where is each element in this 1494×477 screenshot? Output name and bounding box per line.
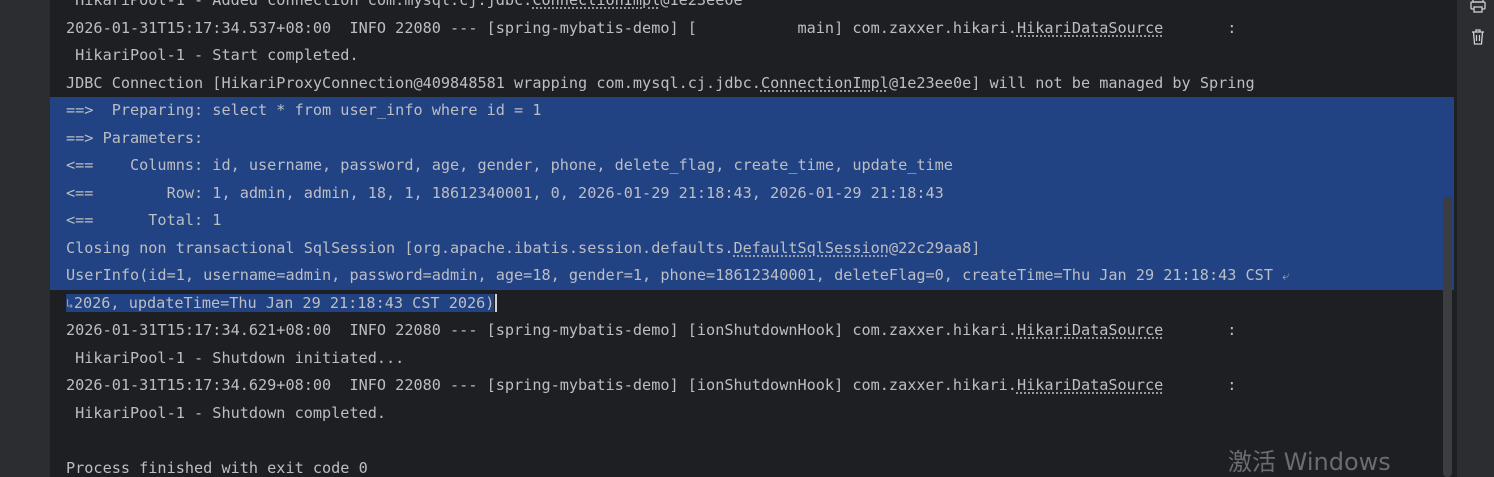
console-line: HikariPool-1 - Start completed.	[66, 46, 359, 64]
class-link[interactable]: HikariDataSource	[1017, 321, 1163, 339]
windows-activation-watermark: 激活 Windows	[1228, 448, 1391, 476]
soft-wrap-icon: ⤶	[1282, 269, 1290, 284]
console-line-selected: ==> Preparing: select * from user_info w…	[50, 97, 1454, 125]
class-link[interactable]: HikariDataSource	[1017, 19, 1163, 37]
console-toolbar	[1456, 0, 1494, 477]
console-line: 2026-01-31T15:17:34.621+08:00 INFO 22080…	[66, 321, 1237, 339]
console-line-selected: <== Columns: id, username, password, age…	[50, 152, 1454, 180]
trash-icon[interactable]	[1469, 28, 1487, 46]
console-line: 2026-01-31T15:17:34.537+08:00 INFO 22080…	[66, 19, 1237, 37]
console-line: 2026-01-31T15:17:34.629+08:00 INFO 22080…	[66, 376, 1237, 394]
class-link[interactable]: ConnectionImpl	[761, 74, 889, 92]
console-line: HikariPool-1 - Shutdown completed.	[66, 403, 387, 422]
console-line-selected: Closing non transactional SqlSession [or…	[50, 234, 1454, 262]
console-line: HikariPool-1 - Shutdown initiated...	[66, 348, 405, 367]
class-link[interactable]: ConnectionImpl	[532, 0, 660, 9]
console-line-selected: <== Row: 1, admin, admin, 18, 1, 1861234…	[50, 179, 1454, 207]
soft-wrap-continue-icon: ↳	[66, 296, 74, 312]
print-icon[interactable]	[1469, 0, 1487, 14]
console-line-selected: ↳2026, updateTime=Thu Jan 29 21:18:43 CS…	[50, 290, 1454, 318]
text-caret	[495, 294, 498, 312]
console-line-selected: UserInfo(id=1, username=admin, password=…	[50, 262, 1454, 290]
console-output[interactable]: HikariPool-1 - Added connection com.mysq…	[50, 0, 1456, 477]
class-link[interactable]: HikariDataSource	[1017, 376, 1163, 394]
console-line-selected: ==> Parameters:	[50, 124, 1454, 152]
vertical-scrollbar[interactable]	[1443, 197, 1452, 477]
class-link[interactable]: DefaultSqlSession	[734, 239, 889, 257]
left-gutter	[0, 0, 50, 477]
console-line: JDBC Connection [HikariProxyConnection@4…	[66, 74, 1255, 92]
console-line-selected: <== Total: 1	[50, 207, 1454, 235]
console-line: HikariPool-1 - Added connection com.mysq…	[50, 0, 1454, 15]
